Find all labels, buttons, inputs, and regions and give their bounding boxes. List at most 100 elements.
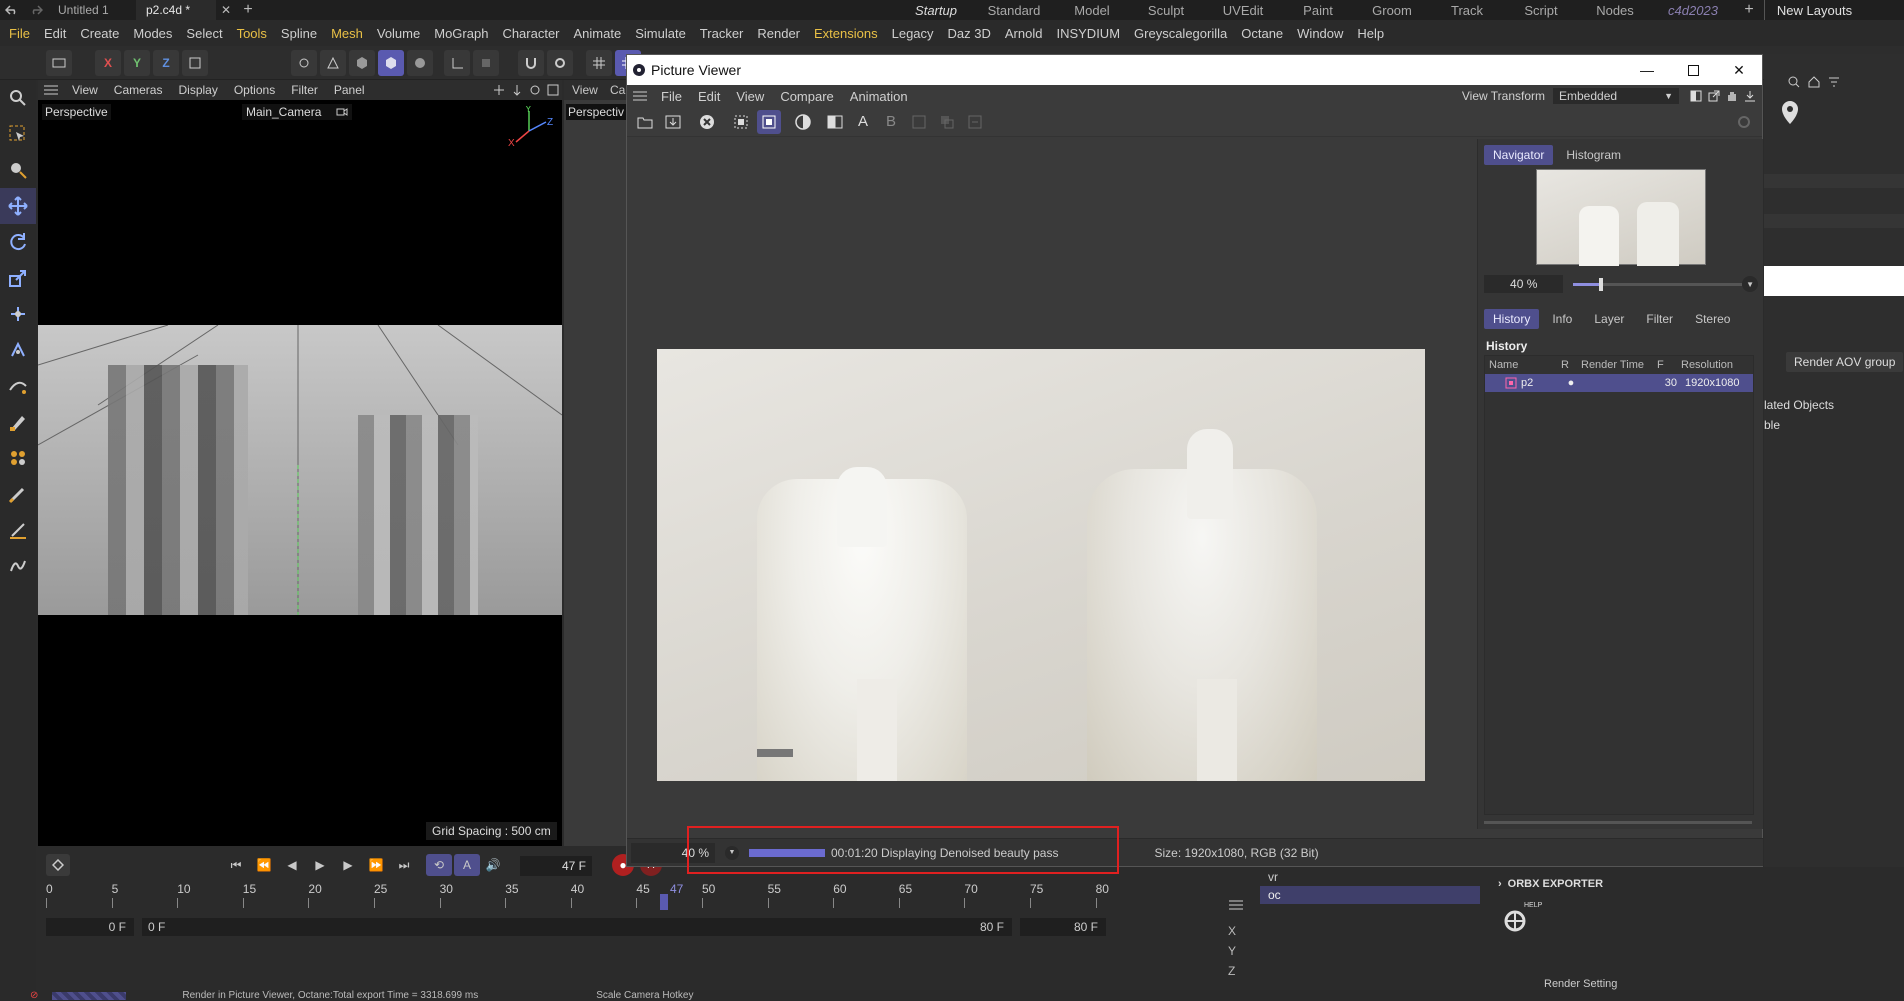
spline-pen-icon[interactable] — [0, 368, 36, 404]
points-mode-icon[interactable] — [291, 49, 317, 76]
navigator-zoom-knob[interactable] — [1598, 277, 1603, 291]
y-axis-lock-icon[interactable]: Y — [124, 49, 150, 76]
viewport-menu-filter[interactable]: Filter — [283, 83, 326, 97]
menu-legacy[interactable]: Legacy — [885, 26, 941, 41]
viewport-menu-view[interactable]: View — [64, 83, 106, 97]
layout-tab-groom[interactable]: Groom — [1354, 0, 1430, 20]
tab-filter[interactable]: Filter — [1637, 309, 1682, 329]
document-tab-p2[interactable]: p2.c4d * — [136, 0, 216, 20]
knife-tool-icon[interactable] — [0, 512, 36, 548]
undo-icon[interactable] — [0, 0, 24, 20]
chevron-down-icon[interactable]: ▼ — [1742, 276, 1758, 292]
render-setting-label[interactable]: Render Setting — [1544, 978, 1617, 990]
x-axis-lock-icon[interactable]: X — [95, 49, 121, 76]
layout-tab-startup[interactable]: Startup — [900, 0, 972, 20]
workplane-grid-icon[interactable] — [586, 49, 612, 76]
viewport-rotate-icon[interactable] — [526, 84, 544, 96]
sidebar-scrollbar[interactable] — [1484, 821, 1752, 824]
mograph-cloner-icon[interactable] — [0, 440, 36, 476]
viewport-menu-cameras[interactable]: Cameras — [106, 83, 171, 97]
related-objects-item[interactable]: lated Objects — [1764, 398, 1834, 412]
search-icon[interactable] — [1784, 76, 1804, 88]
pv-menu-edit[interactable]: Edit — [690, 89, 728, 104]
history-row[interactable]: p2 ● 30 1920x1080 — [1485, 374, 1753, 392]
tweak-mode-icon[interactable] — [473, 49, 499, 76]
tab-layer[interactable]: Layer — [1585, 309, 1633, 329]
menu-edit[interactable]: Edit — [37, 26, 73, 41]
layout-tab-script[interactable]: Script — [1504, 0, 1578, 20]
start-frame-field[interactable]: 0 F — [46, 918, 134, 936]
navigator-zoom-slider[interactable] — [1573, 277, 1743, 291]
snap-magnet-icon[interactable] — [518, 49, 544, 76]
col-resolution[interactable]: Resolution — [1681, 359, 1751, 371]
auto-key-icon[interactable]: A — [454, 854, 480, 876]
col-f[interactable]: F — [1657, 359, 1681, 371]
coordinate-system-icon[interactable] — [182, 49, 208, 76]
edges-mode-icon[interactable] — [320, 49, 346, 76]
viewport-maximize-icon[interactable] — [544, 84, 562, 96]
extrude-tool-icon[interactable] — [0, 332, 36, 368]
col-name[interactable]: Name — [1485, 359, 1561, 371]
pv-menu-view[interactable]: View — [728, 89, 772, 104]
col-render-time[interactable]: Render Time — [1581, 359, 1657, 371]
external-view-icon[interactable] — [1705, 90, 1723, 102]
layout-tab-nodes[interactable]: Nodes — [1578, 0, 1652, 20]
search-icon[interactable] — [0, 80, 36, 116]
go-to-start-icon[interactable]: ⏮ — [222, 858, 250, 873]
perspective-viewport[interactable]: Perspective Main_Camera Y Z X Grid Spaci… — [38, 80, 562, 846]
menu-animate[interactable]: Animate — [567, 26, 629, 41]
menu-simulate[interactable]: Simulate — [628, 26, 693, 41]
octane-help-icon[interactable]: HELP — [1498, 902, 1542, 936]
new-layouts-dropdown[interactable]: New Layouts — [1764, 0, 1864, 20]
compare-ab-icon[interactable] — [823, 110, 847, 134]
menu-volume[interactable]: Volume — [370, 26, 427, 41]
menu-help[interactable]: Help — [1350, 26, 1391, 41]
next-frame-icon[interactable]: ▶ — [334, 858, 362, 872]
viewport-move-icon[interactable] — [508, 84, 526, 96]
tab-stereo[interactable]: Stereo — [1686, 309, 1739, 329]
menu-insydium[interactable]: INSYDIUM — [1049, 26, 1127, 41]
hamburger-menu-icon[interactable] — [627, 91, 653, 101]
timeline-ruler[interactable]: 0 5 10 15 20 25 30 35 40 45 50 55 60 65 70 75 80 47 — [46, 882, 1146, 912]
compare-a-button[interactable]: A — [851, 110, 875, 134]
menu-tools[interactable]: Tools — [230, 26, 274, 41]
maximize-icon[interactable] — [1670, 64, 1716, 76]
loop-icon[interactable]: ⟲ — [426, 854, 452, 876]
render-canvas[interactable] — [627, 139, 1477, 819]
menu-mograph[interactable]: MoGraph — [427, 26, 495, 41]
hamburger-menu-icon[interactable] — [38, 85, 64, 95]
menu-octane[interactable]: Octane — [1234, 26, 1290, 41]
prev-frame-icon[interactable]: ◀ — [278, 858, 306, 872]
object-manager-menu-icon[interactable] — [1224, 894, 1248, 916]
ble-item[interactable]: ble — [1764, 418, 1780, 432]
viewport2-menu-cameras[interactable]: Ca — [610, 83, 625, 97]
object-item-vr[interactable]: vr — [1260, 868, 1480, 886]
model-mode-icon[interactable] — [46, 49, 72, 76]
add-layout-icon[interactable]: + — [1734, 1, 1764, 19]
menu-spline[interactable]: Spline — [274, 26, 324, 41]
layout-tab-track[interactable]: Track — [1430, 0, 1504, 20]
menu-arnold[interactable]: Arnold — [998, 26, 1050, 41]
snap-settings-icon[interactable] — [547, 49, 573, 76]
open-folder-icon[interactable] — [633, 110, 657, 134]
tab-history[interactable]: History — [1484, 309, 1540, 329]
region-render-icon[interactable] — [729, 110, 753, 134]
split-view-icon[interactable] — [1687, 90, 1705, 102]
next-key-icon[interactable]: ⏩ — [362, 858, 390, 872]
col-r[interactable]: R — [1561, 359, 1581, 371]
layout-tab-paint[interactable]: Paint — [1282, 0, 1354, 20]
close-icon[interactable]: ✕ — [1716, 62, 1762, 79]
download-icon[interactable] — [1741, 90, 1762, 102]
orbx-exporter-header[interactable]: › ORBX EXPORTER — [1498, 878, 1603, 890]
pv-menu-file[interactable]: File — [653, 89, 690, 104]
scale-tool-icon[interactable] — [0, 260, 36, 296]
menu-file[interactable]: File — [2, 26, 37, 41]
menu-greyscalegorilla[interactable]: Greyscalegorilla — [1127, 26, 1234, 41]
tab-info[interactable]: Info — [1543, 309, 1581, 329]
menu-mesh[interactable]: Mesh — [324, 26, 370, 41]
navigator-zoom-field[interactable]: 40 % — [1484, 275, 1564, 293]
canvas-handle[interactable] — [757, 749, 793, 757]
view-transform-dropdown[interactable]: Embedded ▼ — [1553, 88, 1679, 104]
layout-tab-standard[interactable]: Standard — [972, 0, 1056, 20]
home-icon[interactable] — [1804, 76, 1824, 88]
